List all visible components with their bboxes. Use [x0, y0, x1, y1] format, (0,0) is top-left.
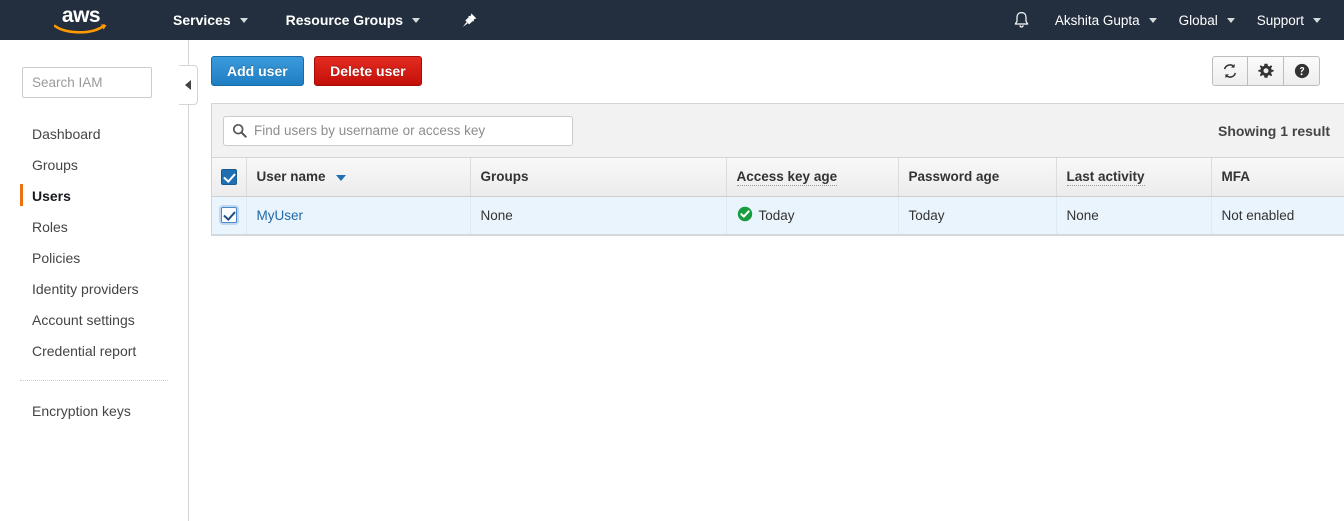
column-header-label: User name	[256, 169, 326, 185]
select-all-header-cell[interactable]	[212, 158, 247, 197]
aws-smile-icon	[54, 24, 107, 34]
nav-region-menu[interactable]: Global	[1168, 0, 1246, 40]
add-user-button[interactable]: Add user	[211, 56, 304, 86]
row-select-cell[interactable]	[212, 196, 247, 235]
pin-icon	[462, 12, 477, 27]
sidebar-item-credential-report[interactable]: Credential report	[0, 335, 188, 366]
nav-services-label: Services	[173, 12, 231, 28]
users-table-header: User name Groups Access key age Password…	[212, 158, 1344, 197]
settings-button[interactable]	[1248, 56, 1284, 86]
cell-user-name: MyUser	[246, 196, 471, 235]
green-check-icon	[737, 206, 752, 222]
sidebar-item-encryption-keys[interactable]: Encryption keys	[0, 395, 188, 426]
sidebar-item-policies[interactable]: Policies	[0, 242, 188, 273]
column-header-label: Access key age	[736, 169, 838, 187]
select-all-checkbox[interactable]	[220, 168, 237, 185]
sidebar-item-users[interactable]: Users	[0, 180, 188, 211]
sidebar-item-label: Encryption keys	[32, 402, 131, 419]
table-filter-bar: Showing 1 result	[212, 104, 1344, 158]
sidebar-item-label: Groups	[32, 156, 78, 173]
top-navigation-bar: aws Services Resource Groups Akshita Gup…	[0, 0, 1344, 40]
sidebar-item-dashboard[interactable]: Dashboard	[0, 118, 188, 149]
sidebar-item-label: Credential report	[32, 342, 137, 359]
nav-support-label: Support	[1256, 12, 1304, 28]
action-bar: Add user Delete user	[211, 56, 1320, 88]
sidebar-item-groups[interactable]: Groups	[0, 149, 188, 180]
sidebar: Dashboard Groups Users Roles Policies Id…	[0, 40, 189, 521]
sidebar-item-label: Users	[32, 187, 71, 204]
nav-services[interactable]: Services	[162, 0, 259, 40]
nav-account-label: Akshita Gupta	[1054, 12, 1140, 28]
chevron-left-icon	[185, 80, 191, 90]
find-users-input[interactable]	[223, 115, 573, 146]
row-checkbox[interactable]	[220, 207, 237, 224]
nav-region-label: Global	[1178, 12, 1218, 28]
refresh-button[interactable]	[1212, 56, 1248, 86]
refresh-icon	[1223, 63, 1237, 79]
cell-mfa: Not enabled	[1211, 196, 1344, 235]
find-users-search	[223, 115, 573, 146]
users-table-body: MyUser None Today Today None Not enabled	[212, 196, 1344, 235]
sidebar-item-label: Roles	[32, 218, 68, 235]
showing-results-label: Showing 1 result	[1217, 122, 1330, 139]
sidebar-item-account-settings[interactable]: Account settings	[0, 304, 188, 335]
nav-account-menu[interactable]: Akshita Gupta	[1044, 0, 1168, 40]
sort-descending-icon	[336, 174, 347, 181]
column-header-label: MFA	[1221, 169, 1251, 185]
users-table: User name Groups Access key age Password…	[212, 158, 1344, 235]
sidebar-item-identity-providers[interactable]: Identity providers	[0, 273, 188, 304]
column-header-password-age[interactable]: Password age	[898, 158, 1057, 197]
access-key-age-value: Today	[758, 207, 795, 223]
chevron-down-icon	[1313, 17, 1321, 23]
cell-password-age: Today	[898, 196, 1057, 235]
help-icon	[1294, 63, 1309, 79]
nav-resource-groups-label: Resource Groups	[285, 12, 404, 28]
top-nav-right-group: Akshita Gupta Global Support	[999, 0, 1344, 40]
cell-last-activity: None	[1056, 196, 1212, 235]
chevron-down-icon	[1148, 17, 1157, 23]
users-table-panel: Showing 1 result User name	[211, 103, 1344, 236]
column-header-access-key-age[interactable]: Access key age	[726, 158, 899, 197]
table-row[interactable]: MyUser None Today Today None Not enabled	[212, 196, 1344, 235]
sidebar-item-roles[interactable]: Roles	[0, 211, 188, 242]
bell-icon	[1014, 12, 1029, 28]
column-header-label: Groups	[480, 169, 529, 185]
column-header-mfa[interactable]: MFA	[1211, 158, 1344, 197]
column-header-label: Last activity	[1066, 169, 1145, 187]
sidebar-divider	[20, 380, 168, 381]
main-content: Add user Delete user Find users by usern…	[190, 40, 1344, 521]
user-name-link[interactable]: MyUser	[257, 208, 304, 223]
sidebar-item-label: Dashboard	[32, 125, 101, 142]
chevron-down-icon	[412, 17, 421, 23]
search-iam-input[interactable]	[22, 67, 152, 98]
column-header-user-name[interactable]: User name	[246, 158, 471, 197]
sidebar-nav-list: Dashboard Groups Users Roles Policies Id…	[0, 118, 188, 426]
pin-shortcut-button[interactable]	[453, 0, 486, 40]
aws-logo[interactable]: aws	[42, 0, 120, 40]
sidebar-item-label: Account settings	[32, 311, 135, 328]
gear-icon	[1257, 63, 1274, 78]
sidebar-item-label: Identity providers	[32, 280, 139, 297]
sidebar-collapse-button[interactable]	[179, 65, 198, 105]
nav-support-menu[interactable]: Support	[1246, 0, 1332, 40]
column-header-last-activity[interactable]: Last activity	[1056, 158, 1212, 197]
delete-user-button[interactable]: Delete user	[314, 56, 422, 86]
table-header-row: User name Groups Access key age Password…	[212, 158, 1344, 197]
icon-button-group	[1212, 56, 1320, 86]
help-button[interactable]	[1284, 56, 1320, 86]
cell-groups: None	[470, 196, 727, 235]
chevron-down-icon	[1226, 17, 1235, 23]
column-header-groups[interactable]: Groups	[470, 158, 727, 197]
nav-resource-groups[interactable]: Resource Groups	[275, 0, 431, 40]
column-header-label: Password age	[908, 169, 1000, 185]
notifications-button[interactable]	[999, 0, 1044, 40]
cell-access-key-age: Today	[726, 196, 899, 235]
chevron-down-icon	[239, 17, 248, 23]
sidebar-item-label: Policies	[32, 249, 81, 266]
